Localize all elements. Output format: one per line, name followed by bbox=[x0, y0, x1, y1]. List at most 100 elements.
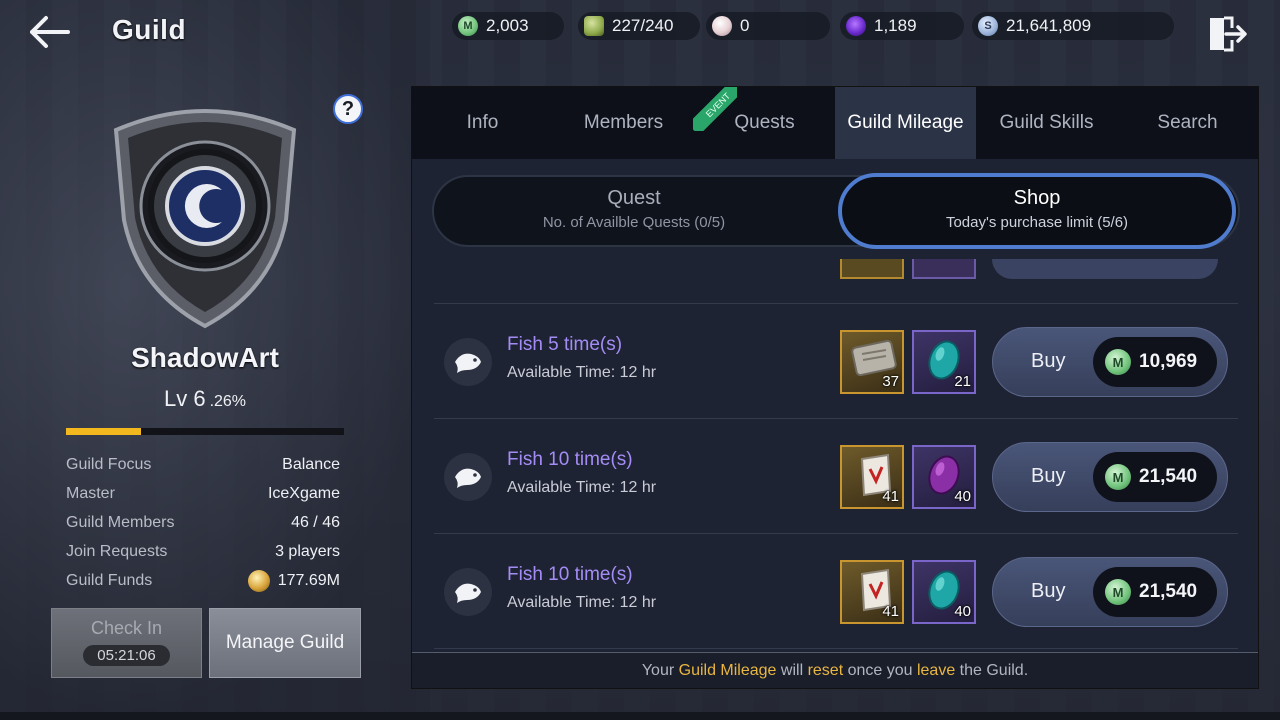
info-row-guild-focus: Guild Focus Balance bbox=[66, 450, 340, 479]
help-icon[interactable]: ? bbox=[333, 94, 363, 124]
subtab-shop[interactable]: Shop Today's purchase limit (5/6) bbox=[838, 173, 1236, 249]
tablet-icon bbox=[851, 339, 897, 377]
shop-item-row: Fish 10 time(s) Available Time: 12 hr 41… bbox=[434, 419, 1238, 534]
guild-xp-fill bbox=[66, 428, 142, 435]
shop-item-row: Fish 10 time(s) Available Time: 12 hr 41… bbox=[434, 534, 1238, 649]
stamina-resource: 227/240 bbox=[578, 12, 700, 40]
guild-info-list: Guild Focus Balance Master IceXgame Guil… bbox=[66, 450, 340, 595]
mileage-coin-icon: M bbox=[1105, 349, 1131, 375]
price-value: 21,540 bbox=[1139, 581, 1198, 602]
guild-level: Lv 6.26% bbox=[0, 386, 410, 412]
guild-main-panel: Info Members Quests Guild Mileage Guild … bbox=[411, 86, 1259, 689]
buy-button[interactable]: Buy M 21,540 bbox=[992, 442, 1228, 512]
notice-highlight: Guild Mileage bbox=[678, 662, 777, 679]
guild-xp-bar bbox=[66, 428, 344, 435]
reward-quantity: 40 bbox=[954, 603, 971, 620]
reward-slot[interactable]: 21 bbox=[912, 330, 976, 394]
pearl-icon bbox=[712, 16, 732, 36]
buy-button[interactable]: Buy M 10,969 bbox=[992, 327, 1228, 397]
tab-guild-skills[interactable]: Guild Skills bbox=[976, 87, 1117, 159]
info-label: Master bbox=[66, 484, 115, 502]
info-value: IceXgame bbox=[267, 484, 340, 502]
guild-level-percent: .26% bbox=[209, 393, 247, 410]
tab-members[interactable]: Members bbox=[553, 87, 694, 159]
reward-slot[interactable]: 40 bbox=[912, 445, 976, 509]
mileage-subtab-switch: Quest No. of Availble Quests (0/5) Shop … bbox=[432, 173, 1240, 249]
item-name: Fish 5 time(s) bbox=[507, 334, 623, 355]
shop-item-list[interactable]: Fish 5 time(s) Available Time: 12 hr 37 … bbox=[412, 259, 1258, 649]
guild-crest bbox=[102, 100, 308, 330]
price-tag: M 21,540 bbox=[1093, 567, 1217, 617]
stamina-icon bbox=[584, 16, 604, 36]
price-value: 10,969 bbox=[1139, 351, 1198, 372]
info-label: Join Requests bbox=[66, 542, 168, 560]
darksteel-resource: 1,189 bbox=[840, 12, 964, 40]
item-name: Fish 10 time(s) bbox=[507, 449, 633, 470]
darksteel-value: 1,189 bbox=[874, 16, 917, 35]
exit-door-icon[interactable] bbox=[1206, 14, 1248, 54]
info-value: 3 players bbox=[275, 542, 340, 560]
info-row-master: Master IceXgame bbox=[66, 479, 340, 508]
info-label: Guild Members bbox=[66, 513, 175, 531]
event-badge: EVENT bbox=[693, 87, 737, 131]
pearl-value: 0 bbox=[740, 16, 750, 35]
pearl-resource: 0 bbox=[706, 12, 830, 40]
info-row-guild-members: Guild Members 46 / 46 bbox=[66, 508, 340, 537]
buy-label: Buy bbox=[1031, 465, 1066, 487]
mileage-coin-icon: M bbox=[458, 16, 478, 36]
reward-quantity: 37 bbox=[882, 373, 899, 390]
info-value: Balance bbox=[282, 455, 340, 473]
info-value-funds: 177.69M bbox=[247, 569, 340, 592]
item-available-time: Available Time: 12 hr bbox=[507, 594, 657, 611]
notice-text: Your bbox=[641, 662, 679, 679]
buy-button-partial[interactable] bbox=[992, 259, 1218, 279]
gold-coin-icon bbox=[247, 569, 270, 592]
tab-info[interactable]: Info bbox=[412, 87, 553, 159]
page-title: Guild bbox=[112, 14, 187, 45]
info-row-guild-funds: Guild Funds 177.69M bbox=[66, 566, 340, 595]
notice-text: the Guild. bbox=[955, 662, 1029, 679]
tab-search[interactable]: Search bbox=[1117, 87, 1258, 159]
check-in-timer: 05:21:06 bbox=[83, 645, 170, 666]
buy-button[interactable]: Buy M 21,540 bbox=[992, 557, 1228, 627]
reward-slot[interactable]: 41 bbox=[840, 560, 904, 624]
buy-label: Buy bbox=[1031, 350, 1066, 372]
mileage-reset-notice: Your Guild Mileage will reset once you l… bbox=[412, 652, 1258, 688]
fish-icon bbox=[444, 338, 492, 386]
subtab-shop-title: Shop bbox=[1013, 187, 1061, 209]
reward-slot[interactable]: 37 bbox=[840, 330, 904, 394]
item-available-time: Available Time: 12 hr bbox=[507, 479, 657, 496]
reward-slot[interactable]: 40 bbox=[912, 560, 976, 624]
subtab-shop-subtitle: Today's purchase limit (5/6) bbox=[945, 214, 1129, 231]
event-badge-label: EVENT bbox=[693, 87, 737, 131]
manage-guild-button[interactable]: Manage Guild bbox=[209, 608, 361, 678]
silver-value: 21,641,809 bbox=[1006, 16, 1092, 35]
reward-slot[interactable]: 41 bbox=[840, 445, 904, 509]
reward-slot-partial bbox=[840, 259, 904, 279]
back-arrow-icon[interactable] bbox=[26, 14, 72, 50]
subtab-quest[interactable]: Quest No. of Availble Quests (0/5) bbox=[434, 177, 834, 245]
subtab-quest-subtitle: No. of Availble Quests (0/5) bbox=[542, 214, 726, 231]
reward-quantity: 40 bbox=[954, 488, 971, 505]
info-label: Guild Funds bbox=[66, 571, 153, 589]
tab-guild-mileage[interactable]: Guild Mileage bbox=[835, 87, 976, 159]
check-in-label: Check In bbox=[90, 618, 163, 638]
shop-item-row: Fish 5 time(s) Available Time: 12 hr 37 … bbox=[434, 304, 1238, 419]
check-in-button[interactable]: Check In 05:21:06 bbox=[51, 608, 202, 678]
reward-quantity: 21 bbox=[954, 373, 971, 390]
guild-name: ShadowArt bbox=[131, 342, 279, 373]
mileage-coin-icon: M bbox=[1105, 464, 1131, 490]
mileage-value: 2,003 bbox=[486, 16, 529, 35]
fish-icon bbox=[444, 453, 492, 501]
shop-item-row-partial bbox=[434, 259, 1238, 304]
subtab-quest-title: Quest bbox=[607, 187, 661, 209]
silver-coin-icon: S bbox=[978, 16, 998, 36]
reward-quantity: 41 bbox=[882, 488, 899, 505]
guild-funds-value: 177.69M bbox=[277, 571, 340, 589]
item-available-time: Available Time: 12 hr bbox=[507, 364, 657, 381]
notice-text: will bbox=[776, 662, 808, 679]
info-label: Guild Focus bbox=[66, 455, 152, 473]
price-value: 21,540 bbox=[1139, 466, 1198, 487]
mileage-coin-icon: M bbox=[1105, 579, 1131, 605]
price-tag: M 21,540 bbox=[1093, 452, 1217, 502]
